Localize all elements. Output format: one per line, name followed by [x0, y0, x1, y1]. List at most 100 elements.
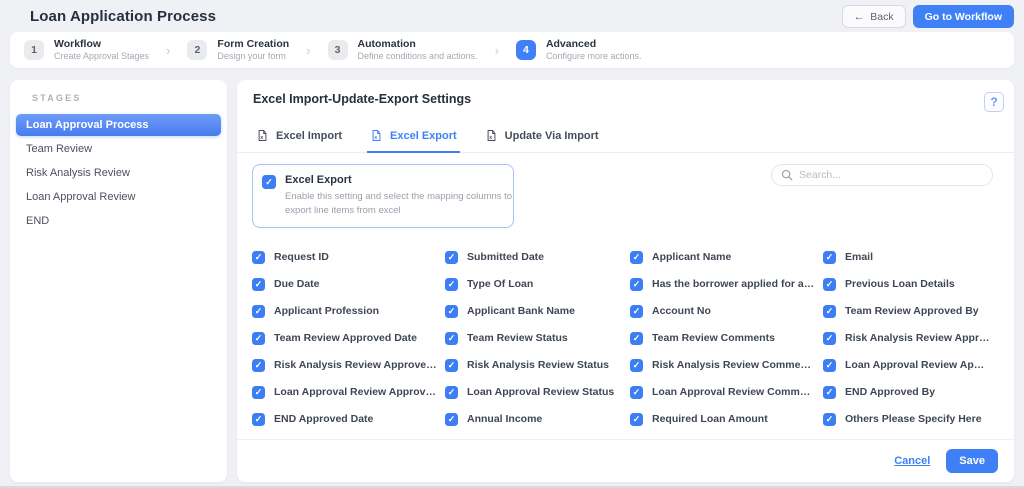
export-column-item[interactable]: ✓ Risk Analysis Review Approved By — [823, 331, 998, 345]
column-checkbox[interactable]: ✓ — [252, 385, 265, 399]
export-column-item[interactable]: ✓ Applicant Name — [630, 250, 823, 264]
column-checkbox[interactable]: ✓ — [252, 358, 265, 372]
column-checkbox[interactable]: ✓ — [445, 385, 458, 399]
export-column-item[interactable]: ✓ Previous Loan Details — [823, 277, 998, 291]
go-to-workflow-label: Go to Workflow — [924, 10, 1002, 23]
checkmark-icon: ✓ — [825, 251, 834, 262]
column-label: Team Review Status — [467, 332, 568, 345]
column-checkbox[interactable]: ✓ — [823, 331, 836, 345]
stages-heading: STAGES — [32, 93, 82, 103]
export-column-item[interactable]: ✓ Required Loan Amount — [630, 412, 823, 426]
export-column-item[interactable]: ✓ Risk Analysis Review Status — [445, 358, 630, 372]
tab-excel-import[interactable]: x Excel Import — [253, 122, 345, 153]
export-column-item[interactable]: ✓ Risk Analysis Review Comments — [630, 358, 823, 372]
column-checkbox[interactable]: ✓ — [252, 412, 265, 426]
export-column-item[interactable]: ✓ Has the borrower applied for a loan b..… — [630, 277, 823, 291]
column-checkbox[interactable]: ✓ — [252, 331, 265, 345]
export-column-item[interactable]: ✓ Submitted Date — [445, 250, 630, 264]
column-label: Applicant Name — [652, 251, 732, 264]
save-button[interactable]: Save — [946, 449, 998, 473]
export-column-item[interactable]: ✓ Loan Approval Review Comments — [630, 385, 823, 399]
column-label: END Approved Date — [274, 413, 374, 426]
column-checkbox[interactable]: ✓ — [823, 412, 836, 426]
column-checkbox[interactable]: ✓ — [823, 250, 836, 264]
help-button[interactable]: ? — [984, 92, 1004, 112]
export-column-item[interactable]: ✓ END Approved Date — [252, 412, 445, 426]
tab-label: Excel Import — [276, 129, 343, 142]
column-checkbox[interactable]: ✓ — [630, 412, 643, 426]
column-checkbox[interactable]: ✓ — [630, 304, 643, 318]
stepper-step-form-creation[interactable]: 2 Form Creation Design your form — [187, 38, 289, 62]
sidebar-stage-risk-analysis-review[interactable]: Risk Analysis Review — [16, 162, 221, 184]
column-checkbox[interactable]: ✓ — [445, 304, 458, 318]
checkmark-icon: ✓ — [825, 413, 834, 424]
step-title: Workflow — [54, 37, 102, 50]
back-button[interactable]: ← Back — [841, 5, 906, 28]
export-column-item[interactable]: ✓ Email — [823, 250, 998, 264]
column-checkbox[interactable]: ✓ — [252, 304, 265, 318]
column-checkbox[interactable]: ✓ — [630, 250, 643, 264]
export-column-item[interactable]: ✓ Account No — [630, 304, 823, 318]
export-column-item[interactable]: ✓ Team Review Status — [445, 331, 630, 345]
checkmark-icon: ✓ — [825, 278, 834, 289]
step-text: Form Creation Design your form — [217, 38, 289, 62]
column-checkbox[interactable]: ✓ — [252, 277, 265, 291]
export-column-item[interactable]: ✓ Team Review Comments — [630, 331, 823, 345]
cancel-link[interactable]: Cancel — [894, 455, 930, 467]
export-column-item[interactable]: ✓ Team Review Approved Date — [252, 331, 445, 345]
export-column-item[interactable]: ✓ Type Of Loan — [445, 277, 630, 291]
column-checkbox[interactable]: ✓ — [445, 412, 458, 426]
column-label: Risk Analysis Review Status — [467, 359, 610, 372]
page-title: Loan Application Process — [30, 8, 217, 25]
column-checkbox[interactable]: ✓ — [823, 385, 836, 399]
export-column-item[interactable]: ✓ Others Please Specify Here — [823, 412, 998, 426]
export-column-item[interactable]: ✓ END Approved By — [823, 385, 998, 399]
export-column-item[interactable]: ✓ Applicant Bank Name — [445, 304, 630, 318]
export-column-item[interactable]: ✓ Loan Approval Review Approved By — [823, 358, 998, 372]
column-checkbox[interactable]: ✓ — [445, 250, 458, 264]
column-label: Team Review Approved Date — [274, 332, 417, 345]
step-text: Workflow Create Approval Stages — [54, 38, 149, 62]
step-title: Form Creation — [217, 37, 290, 50]
stepper-step-workflow[interactable]: 1 Workflow Create Approval Stages — [24, 38, 149, 62]
stepper-step-advanced[interactable]: 4 Advanced Configure more actions. — [515, 37, 641, 62]
export-column-item[interactable]: ✓ Request ID — [252, 250, 445, 264]
go-to-workflow-button[interactable]: Go to Workflow — [912, 5, 1014, 28]
column-checkbox[interactable]: ✓ — [823, 277, 836, 291]
checkmark-icon: ✓ — [632, 278, 641, 289]
column-checkbox[interactable]: ✓ — [445, 358, 458, 372]
column-checkbox[interactable]: ✓ — [823, 304, 836, 318]
search-input[interactable] — [799, 169, 983, 181]
column-checkbox[interactable]: ✓ — [445, 277, 458, 291]
column-checkbox[interactable]: ✓ — [445, 331, 458, 345]
step-number-badge: 3 — [327, 40, 348, 60]
column-checkbox[interactable]: ✓ — [823, 358, 836, 372]
export-column-item[interactable]: ✓ Loan Approval Review Approved Date — [252, 385, 445, 399]
settings-panel-header: Excel Import-Update-Export Settings ? — [237, 80, 1014, 112]
column-checkbox[interactable]: ✓ — [630, 277, 643, 291]
tab-update-via-import[interactable]: x Update Via Import — [482, 122, 602, 153]
checkmark-icon: ✓ — [632, 305, 641, 316]
export-column-item[interactable]: ✓ Applicant Profession — [252, 304, 445, 318]
column-checkbox[interactable]: ✓ — [630, 358, 643, 372]
tab-excel-export[interactable]: x Excel Export — [367, 122, 460, 153]
export-column-item[interactable]: ✓ Team Review Approved By — [823, 304, 998, 318]
column-checkbox[interactable]: ✓ — [252, 250, 265, 264]
search-box[interactable] — [771, 164, 993, 186]
column-label: Applicant Bank Name — [467, 305, 575, 318]
checkmark-icon: ✓ — [632, 251, 641, 262]
sidebar-stage-end[interactable]: END — [16, 210, 221, 232]
stepper-step-automation[interactable]: 3 Automation Define conditions and actions… — [327, 38, 478, 62]
checkmark-icon: ✓ — [447, 305, 456, 316]
column-checkbox[interactable]: ✓ — [630, 331, 643, 345]
export-column-item[interactable]: ✓ Annual Income — [445, 412, 630, 426]
sidebar-stage-loan-approval-process[interactable]: Loan Approval Process — [16, 114, 221, 136]
step-title: Advanced — [545, 37, 597, 50]
sidebar-stage-team-review[interactable]: Team Review — [16, 138, 221, 160]
excel-export-checkbox[interactable]: ✓ — [262, 175, 276, 189]
export-column-item[interactable]: ✓ Risk Analysis Review Approved Date — [252, 358, 445, 372]
sidebar-stage-loan-approval-review[interactable]: Loan Approval Review — [16, 186, 221, 208]
export-column-item[interactable]: ✓ Due Date — [252, 277, 445, 291]
export-column-item[interactable]: ✓ Loan Approval Review Status — [445, 385, 630, 399]
column-checkbox[interactable]: ✓ — [630, 385, 643, 399]
